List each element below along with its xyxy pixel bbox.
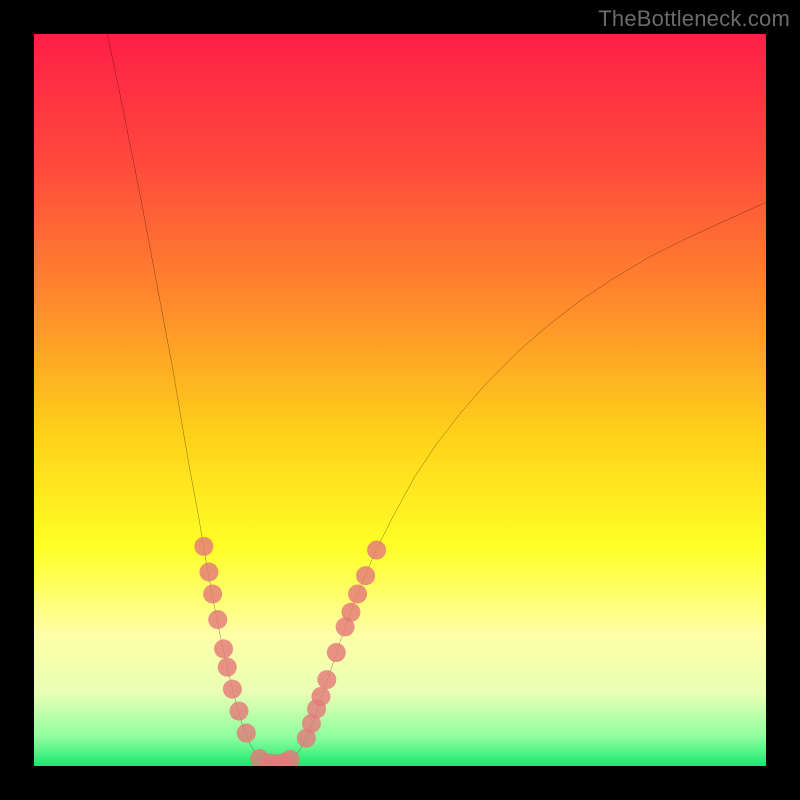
watermark-text: TheBottleneck.com <box>598 6 790 32</box>
highlight-dot <box>194 537 213 556</box>
chart-svg <box>34 34 766 766</box>
chart-frame: TheBottleneck.com <box>0 0 800 800</box>
highlight-dot <box>367 541 386 560</box>
highlight-dot <box>229 702 248 721</box>
highlight-dot <box>214 639 233 658</box>
highlight-dot <box>356 566 375 585</box>
highlight-dot <box>208 610 227 629</box>
highlight-dot <box>348 584 367 603</box>
highlight-dot <box>237 724 256 743</box>
highlight-dot <box>223 680 242 699</box>
highlight-dot <box>341 603 360 622</box>
highlight-dot <box>199 563 218 582</box>
highlight-dot <box>327 643 346 662</box>
plot-area <box>34 34 766 766</box>
highlight-dots-group <box>194 537 386 766</box>
highlight-dot <box>281 750 300 766</box>
bottleneck-curve <box>107 34 766 765</box>
highlight-dot <box>317 670 336 689</box>
highlight-dot <box>203 584 222 603</box>
highlight-dot <box>218 658 237 677</box>
highlight-dot <box>311 687 330 706</box>
